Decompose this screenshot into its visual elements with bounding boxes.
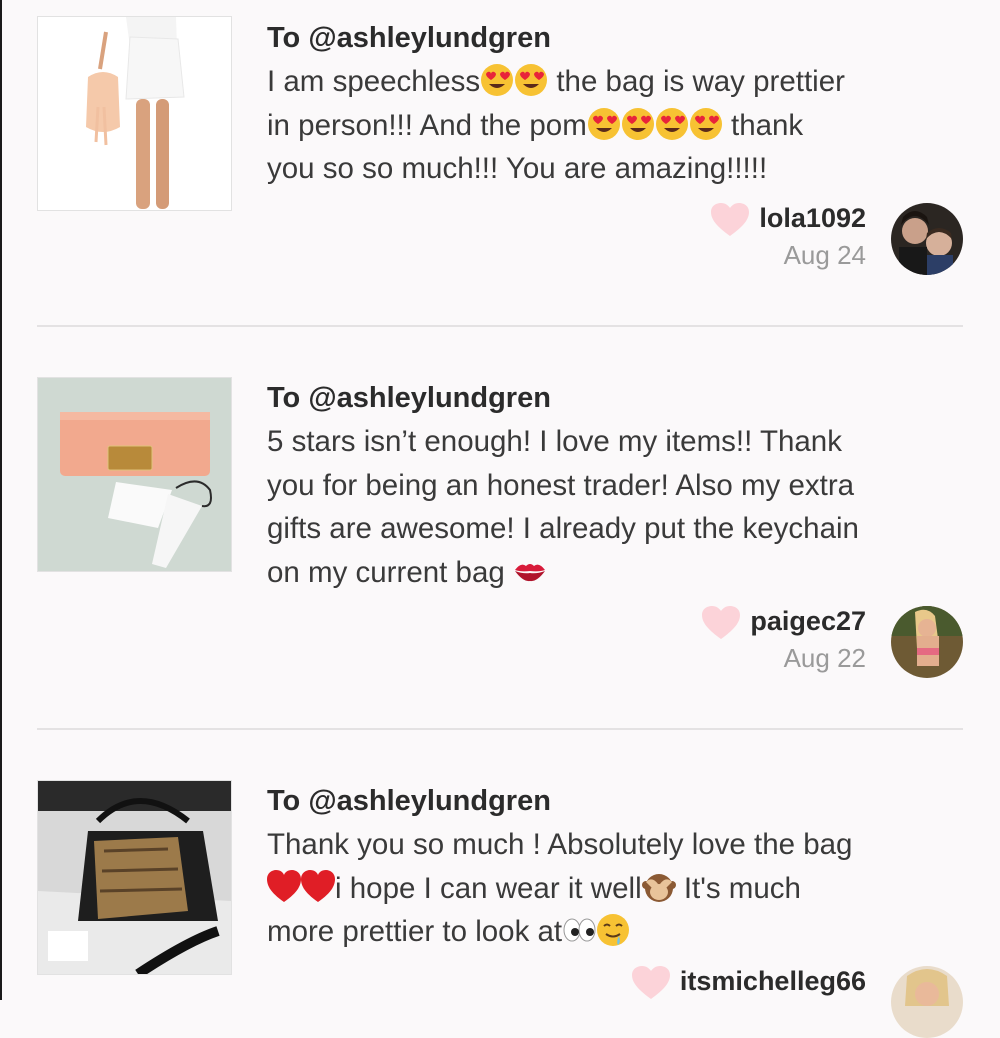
like-heart-icon[interactable] — [632, 966, 670, 1000]
review-text: Thank you so much ! Absolutely love the … — [267, 823, 957, 954]
review-meta: itsmichelleg66 — [680, 966, 866, 997]
product-thumbnail[interactable] — [37, 780, 232, 975]
heart-eyes-emoji-icon — [689, 107, 722, 140]
review-meta: paigec27 Aug 22 — [750, 606, 866, 674]
review-line: Thank you so much ! Absolutely love the … — [267, 828, 853, 861]
review-date: Aug 22 — [783, 643, 866, 673]
reviewer-username[interactable]: lola1092 — [759, 203, 866, 234]
review-line: more prettier to look at — [267, 910, 957, 954]
window-left-edge — [0, 0, 2, 1000]
review-line: you for being an honest trader! Also my … — [267, 468, 855, 502]
avatar[interactable] — [891, 966, 963, 1038]
review-meta: lola1092 Aug 24 — [759, 203, 866, 271]
review-line: gifts are awesome! I already put the key… — [267, 512, 859, 545]
review-line: in person!!! And the pom thank — [267, 107, 804, 142]
avatar[interactable] — [891, 203, 963, 275]
review-line: on my current bag — [267, 551, 957, 595]
like-heart-icon[interactable] — [702, 606, 740, 640]
reviewer-username[interactable]: itsmichelleg66 — [680, 966, 866, 997]
review-line: you so so much!!! You are amazing!!!!! — [267, 152, 768, 185]
reviewer-username[interactable]: paigec27 — [750, 606, 866, 637]
red-heart-icon — [301, 869, 335, 902]
recipient-line: To @ashleylundgren — [267, 22, 551, 54]
divider — [37, 728, 963, 730]
divider — [37, 325, 963, 327]
like-heart-icon[interactable] — [711, 203, 749, 237]
heart-eyes-emoji-icon — [655, 107, 688, 140]
review-line: 5 stars isn’t enough! I love my items!! … — [267, 425, 842, 458]
review-text: I am speechless the bag is way prettier … — [267, 60, 957, 191]
recipient-line: To @ashleylundgren — [267, 382, 551, 414]
review-line: I am speechless the bag is way prettier — [267, 64, 845, 98]
product-thumbnail[interactable] — [37, 16, 232, 211]
recipient-line: To @ashleylundgren — [267, 785, 551, 817]
heart-eyes-emoji-icon — [621, 107, 654, 140]
see-no-evil-monkey-icon — [641, 873, 676, 902]
eyes-icon — [563, 918, 596, 942]
heart-eyes-emoji-icon — [481, 64, 514, 96]
review-text: 5 stars isn’t enough! I love my items!! … — [267, 420, 957, 594]
product-thumbnail[interactable] — [37, 377, 232, 572]
review-line: i hope I can wear it well It's much — [267, 867, 957, 911]
review-date: Aug 24 — [783, 240, 866, 270]
heart-eyes-emoji-icon — [515, 64, 548, 96]
kiss-mark-icon — [514, 563, 545, 581]
avatar[interactable] — [891, 606, 963, 678]
red-heart-icon — [267, 869, 301, 902]
heart-eyes-emoji-icon — [587, 107, 620, 140]
drooling-face-icon — [597, 914, 630, 946]
